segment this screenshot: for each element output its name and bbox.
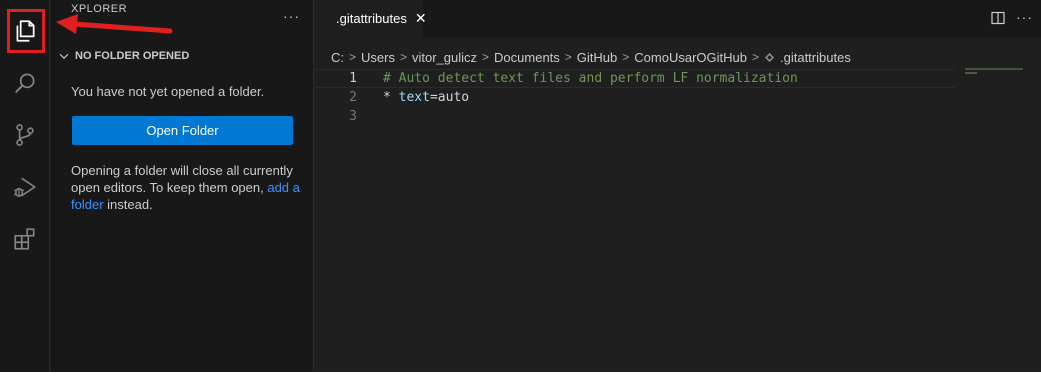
- minimap[interactable]: [965, 66, 1029, 76]
- breadcrumb-item[interactable]: ComoUsarOGitHub: [634, 50, 747, 65]
- vscode-window: XPLORER ··· NO FOLDER OPENED You have no…: [0, 0, 1041, 372]
- breadcrumb-item-current[interactable]: .gitattributes: [780, 50, 851, 65]
- minimap-line: [965, 68, 1023, 70]
- chevron-down-icon: [59, 53, 69, 60]
- line-number: 2: [349, 90, 357, 105]
- red-arrow-annotation: [56, 14, 173, 34]
- breadcrumb-item[interactable]: GitHub: [577, 50, 617, 65]
- breadcrumb: C: > Users > vitor_gulicz > Documents > …: [331, 48, 851, 66]
- source-control-icon: [16, 124, 34, 146]
- search-icon: [15, 73, 35, 93]
- search-button[interactable]: [0, 59, 50, 107]
- empty-folder-message: You have not yet opened a folder.: [71, 84, 265, 99]
- chevron-right-icon: >: [399, 50, 407, 64]
- breadcrumb-item[interactable]: Documents: [494, 50, 560, 65]
- open-folder-button[interactable]: Open Folder: [72, 116, 293, 145]
- tab-bar: .gitattributes ✕ ···: [315, 0, 1041, 37]
- split-editor-icon[interactable]: [991, 11, 1005, 25]
- extensions-icon: [14, 228, 35, 250]
- tab-close-button[interactable]: ✕: [415, 10, 427, 27]
- chevron-right-icon: >: [622, 50, 630, 64]
- line-number: 1: [349, 71, 357, 86]
- section-title: NO FOLDER OPENED: [75, 50, 190, 62]
- explorer-sidebar: XPLORER ··· NO FOLDER OPENED You have no…: [51, 0, 314, 372]
- hint-text-after: instead.: [103, 197, 153, 212]
- breadcrumb-item[interactable]: Users: [361, 50, 395, 65]
- code-line: 2 * text=auto: [315, 88, 955, 107]
- code-value: =auto: [429, 90, 470, 105]
- run-debug-button[interactable]: [0, 163, 50, 211]
- code-attribute: text: [398, 90, 430, 105]
- file-diamond-icon: [764, 52, 775, 62]
- breadcrumb-item[interactable]: C:: [331, 50, 344, 65]
- chevron-right-icon: >: [482, 50, 490, 64]
- open-folder-hint: Opening a folder will close all currentl…: [71, 162, 303, 213]
- source-control-button[interactable]: [0, 111, 50, 159]
- activity-bar: [0, 0, 50, 372]
- line-number: 3: [349, 109, 357, 124]
- code-line: 1 # Auto detect text files and perform L…: [315, 69, 955, 88]
- code-content: * text=auto: [383, 90, 469, 105]
- explorer-highlight-box: [7, 9, 45, 53]
- code-operator: *: [383, 90, 399, 105]
- hint-text-before: Opening a folder will close all currentl…: [71, 163, 293, 195]
- code-line: 3: [315, 107, 955, 126]
- minimap-line: [965, 72, 977, 74]
- sidebar-more-button[interactable]: ···: [283, 8, 300, 24]
- tab-gitattributes[interactable]: .gitattributes ✕: [315, 0, 427, 37]
- code-editor[interactable]: 1 # Auto detect text files and perform L…: [315, 69, 955, 126]
- chevron-right-icon: >: [751, 50, 759, 64]
- tab-label: .gitattributes: [336, 11, 407, 26]
- extensions-button[interactable]: [0, 215, 50, 263]
- editor-area: .gitattributes ✕ ··· C: > Users > vitor_…: [315, 0, 1041, 372]
- run-debug-icon: [14, 177, 36, 197]
- chevron-right-icon: >: [349, 50, 357, 64]
- no-folder-section-header[interactable]: NO FOLDER OPENED: [57, 46, 189, 66]
- editor-more-button[interactable]: ···: [1016, 9, 1033, 25]
- breadcrumb-item[interactable]: vitor_gulicz: [412, 50, 477, 65]
- code-comment: # Auto detect text files and perform LF …: [383, 71, 798, 86]
- chevron-right-icon: >: [564, 50, 572, 64]
